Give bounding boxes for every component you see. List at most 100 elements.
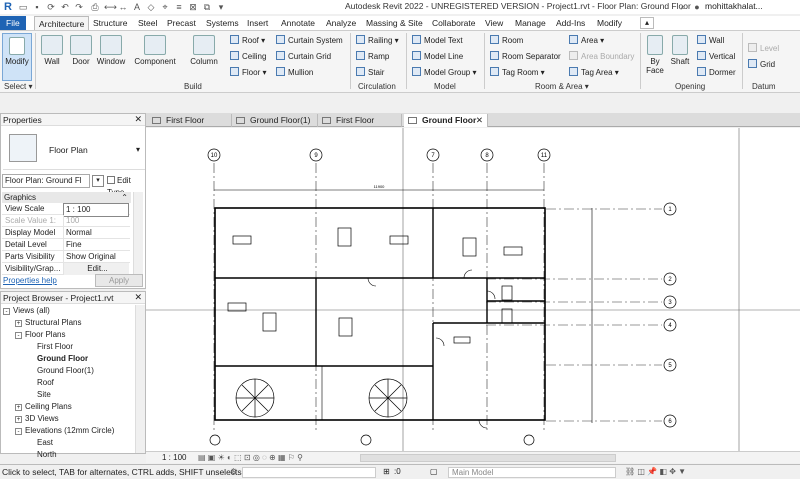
- wall-opening-button[interactable]: Wall: [697, 35, 724, 46]
- tag-area-button[interactable]: Tag Area ▾: [569, 67, 619, 78]
- switch-windows-icon[interactable]: ⧉: [202, 2, 212, 12]
- view-tab-first-floor[interactable]: First Floor: [148, 114, 232, 127]
- column-button[interactable]: Column: [186, 35, 222, 66]
- tab-insert[interactable]: Insert: [247, 16, 268, 30]
- user-icon[interactable]: ●: [692, 2, 702, 12]
- property-row[interactable]: View Scale 1 : 100: [2, 203, 130, 217]
- select-pinned-icon[interactable]: 📌: [647, 467, 657, 476]
- analytical-model-icon[interactable]: ⊕: [269, 453, 276, 462]
- design-options-icon[interactable]: ⊞: [383, 467, 390, 476]
- 3d-view-icon[interactable]: ◇: [146, 2, 156, 12]
- dropdown-icon[interactable]: ▾: [92, 175, 104, 187]
- dormer-button[interactable]: Dormer: [697, 67, 736, 78]
- room-separator-button[interactable]: Room Separator: [490, 51, 561, 62]
- browser-tree-item[interactable]: + Ceiling Plans: [3, 401, 133, 413]
- collapse-icon[interactable]: -: [15, 332, 22, 339]
- select-links-icon[interactable]: ⛓: [625, 467, 635, 476]
- apply-button[interactable]: Apply: [95, 274, 143, 287]
- browser-tree-item[interactable]: East: [3, 437, 133, 449]
- close-tab-icon[interactable]: ✕: [476, 114, 483, 127]
- tab-structure[interactable]: Structure: [93, 16, 128, 30]
- tab-steel[interactable]: Steel: [138, 16, 157, 30]
- area-button[interactable]: Area ▾: [569, 35, 604, 46]
- browser-tree-item[interactable]: - Views (all): [3, 305, 133, 317]
- close-browser-icon[interactable]: ✕: [134, 292, 142, 303]
- browser-tree-item[interactable]: + Structural Plans: [3, 317, 133, 329]
- search-icon[interactable]: ⌕: [678, 2, 688, 12]
- component-button[interactable]: Component: [132, 35, 178, 66]
- graphics-section[interactable]: Graphics ⌃: [2, 192, 131, 203]
- thin-lines-icon[interactable]: ≡: [174, 2, 184, 12]
- temporary-hide-icon[interactable]: ◎: [253, 453, 260, 462]
- tag-room-button[interactable]: Tag Room ▾: [490, 67, 545, 78]
- room-area-panel-label[interactable]: Room & Area ▾: [535, 82, 589, 91]
- tab-collaborate[interactable]: Collaborate: [432, 16, 475, 30]
- browser-scrollbar[interactable]: [135, 305, 145, 453]
- dimension-icon[interactable]: ↔: [118, 2, 128, 12]
- show-crop-icon[interactable]: ⊡: [244, 453, 251, 462]
- model-group-button[interactable]: Model Group ▾: [412, 67, 476, 78]
- browser-tree-item[interactable]: Site: [3, 389, 133, 401]
- open-icon[interactable]: ▭: [18, 2, 28, 12]
- tab-precast[interactable]: Precast: [167, 16, 196, 30]
- view-tab-first-floor-2[interactable]: First Floor: [318, 114, 402, 127]
- browser-tree-item[interactable]: - Elevations (12mm Circle): [3, 425, 133, 437]
- browser-tree-item[interactable]: Roof: [3, 377, 133, 389]
- view-instance-selector[interactable]: Floor Plan: Ground Fl: [2, 174, 90, 188]
- stair-button[interactable]: Stair: [356, 67, 384, 78]
- type-selector[interactable]: Floor Plan ▾: [3, 130, 145, 170]
- sun-path-icon[interactable]: ☀: [218, 453, 225, 462]
- redo-icon[interactable]: ↷: [74, 2, 84, 12]
- expand-icon[interactable]: +: [15, 320, 22, 327]
- curtain-system-button[interactable]: Curtain System: [276, 35, 343, 46]
- tab-architecture[interactable]: Architecture: [34, 16, 90, 30]
- reveal-hidden-icon[interactable]: ◌: [262, 453, 267, 462]
- drag-elements-icon[interactable]: ✥: [669, 467, 676, 476]
- tag-icon[interactable]: A: [132, 2, 142, 12]
- level-button[interactable]: Level: [748, 43, 779, 54]
- collapse-icon[interactable]: -: [15, 428, 22, 435]
- browser-tree-item[interactable]: Ground Floor(1): [3, 365, 133, 377]
- visual-style-icon[interactable]: ▣: [208, 453, 216, 462]
- worksharing-icon[interactable]: ⚐: [288, 453, 295, 462]
- model-select[interactable]: Main Model: [448, 467, 616, 478]
- select-underlay-icon[interactable]: ◫: [637, 467, 645, 476]
- window-button[interactable]: Window: [95, 35, 127, 66]
- wall-button[interactable]: Wall: [38, 35, 66, 66]
- shadows-icon[interactable]: ◐: [227, 453, 232, 462]
- by-face-button[interactable]: By Face: [643, 35, 667, 75]
- area-boundary-button[interactable]: Area Boundary: [569, 51, 634, 62]
- properties-help-link[interactable]: Properties help: [3, 276, 57, 285]
- sync-icon[interactable]: ⟳: [46, 2, 56, 12]
- curtain-grid-button[interactable]: Curtain Grid: [276, 51, 331, 62]
- browser-tree-item[interactable]: First Floor: [3, 341, 133, 353]
- door-button[interactable]: Door: [68, 35, 94, 66]
- filter-icon[interactable]: ▼: [678, 467, 686, 476]
- tab-view[interactable]: View: [485, 16, 503, 30]
- horizontal-scrollbar[interactable]: [360, 454, 616, 462]
- undo-icon[interactable]: ↶: [60, 2, 70, 12]
- constraints-icon[interactable]: ⚲: [297, 453, 303, 462]
- floor-button[interactable]: Floor ▾: [230, 67, 266, 78]
- tab-add-ins[interactable]: Add-Ins: [556, 16, 585, 30]
- property-row[interactable]: Parts Visibility Show Original: [2, 251, 130, 263]
- ramp-button[interactable]: Ramp: [356, 51, 389, 62]
- revit-logo-icon[interactable]: R: [3, 2, 13, 13]
- modify-button[interactable]: Modify: [2, 33, 32, 81]
- browser-tree-item[interactable]: - Floor Plans: [3, 329, 133, 341]
- detail-level-icon[interactable]: ▤: [198, 453, 206, 462]
- roof-button[interactable]: Roof ▾: [230, 35, 265, 46]
- tab-modify[interactable]: Modify: [597, 16, 622, 30]
- property-row[interactable]: Display Model Normal: [2, 227, 130, 239]
- select-by-face-icon[interactable]: ◧: [659, 467, 667, 476]
- measure-icon[interactable]: ⟷: [104, 2, 117, 12]
- tab-massing-site[interactable]: Massing & Site: [366, 16, 423, 30]
- railing-button[interactable]: Railing ▾: [356, 35, 399, 46]
- print-icon[interactable]: ⎙: [90, 2, 100, 12]
- expand-icon[interactable]: +: [15, 416, 22, 423]
- tab-systems[interactable]: Systems: [206, 16, 239, 30]
- close-hidden-icon[interactable]: ⊠: [188, 2, 198, 12]
- ribbon-minimize-icon[interactable]: ▴: [640, 17, 654, 29]
- properties-scrollbar[interactable]: [133, 192, 143, 274]
- tab-annotate[interactable]: Annotate: [281, 16, 315, 30]
